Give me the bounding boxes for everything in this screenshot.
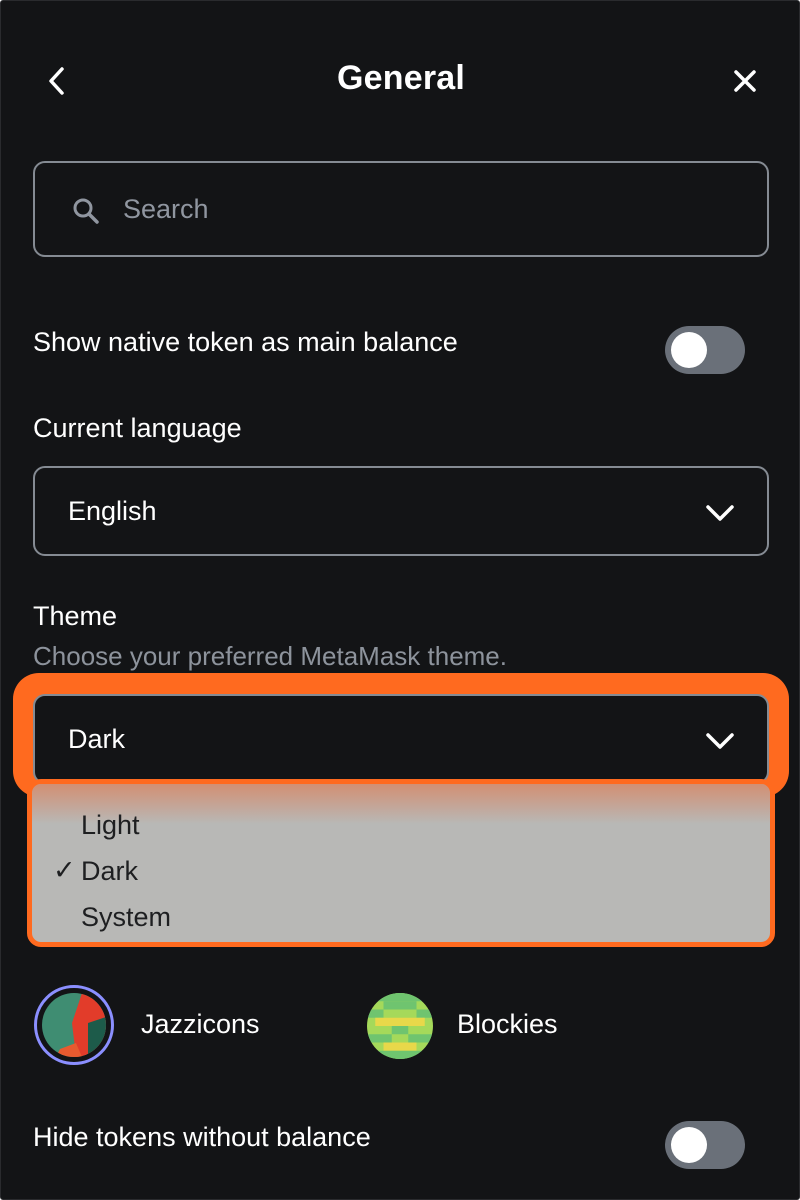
theme-description: Choose your preferred MetaMask theme. — [33, 641, 507, 671]
language-value: English — [68, 496, 157, 526]
theme-option-dark[interactable]: ✓ Dark — [32, 847, 770, 893]
option-label: Light — [81, 810, 140, 840]
blockies-avatar — [367, 993, 433, 1059]
theme-option-system[interactable]: System — [32, 893, 770, 939]
option-label: Dark — [81, 856, 139, 886]
header: General — [1, 41, 799, 121]
hide-tokens-toggle[interactable] — [665, 1121, 745, 1169]
settings-panel: General Show native token as main balanc… — [0, 0, 800, 1200]
chevron-down-icon — [706, 505, 734, 521]
search-icon — [73, 198, 99, 224]
page-title: General — [336, 59, 466, 97]
native-token-toggle[interactable] — [665, 326, 745, 374]
blockies-option[interactable]: Blockies — [367, 985, 587, 1069]
native-token-label: Show native token as main balance — [33, 327, 458, 357]
selected-ring — [34, 985, 114, 1065]
search-box — [33, 161, 769, 257]
theme-select[interactable]: Dark — [33, 694, 769, 784]
hide-tokens-label: Hide tokens without balance — [33, 1122, 371, 1152]
jazzicon-avatar — [42, 993, 106, 1057]
close-icon — [734, 70, 756, 92]
close-button[interactable] — [727, 63, 763, 99]
checkmark-icon: ✓ — [53, 855, 76, 885]
toggle-knob — [671, 1127, 707, 1163]
blockies-label: Blockies — [457, 1009, 558, 1039]
theme-value: Dark — [68, 724, 126, 754]
chevron-down-icon — [706, 733, 734, 749]
language-select[interactable]: English — [33, 466, 769, 556]
option-label: System — [81, 902, 172, 932]
toggle-knob — [671, 332, 707, 368]
search-input[interactable] — [123, 183, 743, 235]
theme-dropdown-menu: Light ✓ Dark System — [27, 779, 775, 947]
theme-option-light[interactable]: Light — [32, 801, 770, 847]
jazzicons-label: Jazzicons — [141, 1009, 260, 1039]
jazzicons-option[interactable]: Jazzicons — [34, 985, 294, 1069]
theme-label: Theme — [33, 601, 118, 631]
language-label: Current language — [33, 413, 242, 443]
